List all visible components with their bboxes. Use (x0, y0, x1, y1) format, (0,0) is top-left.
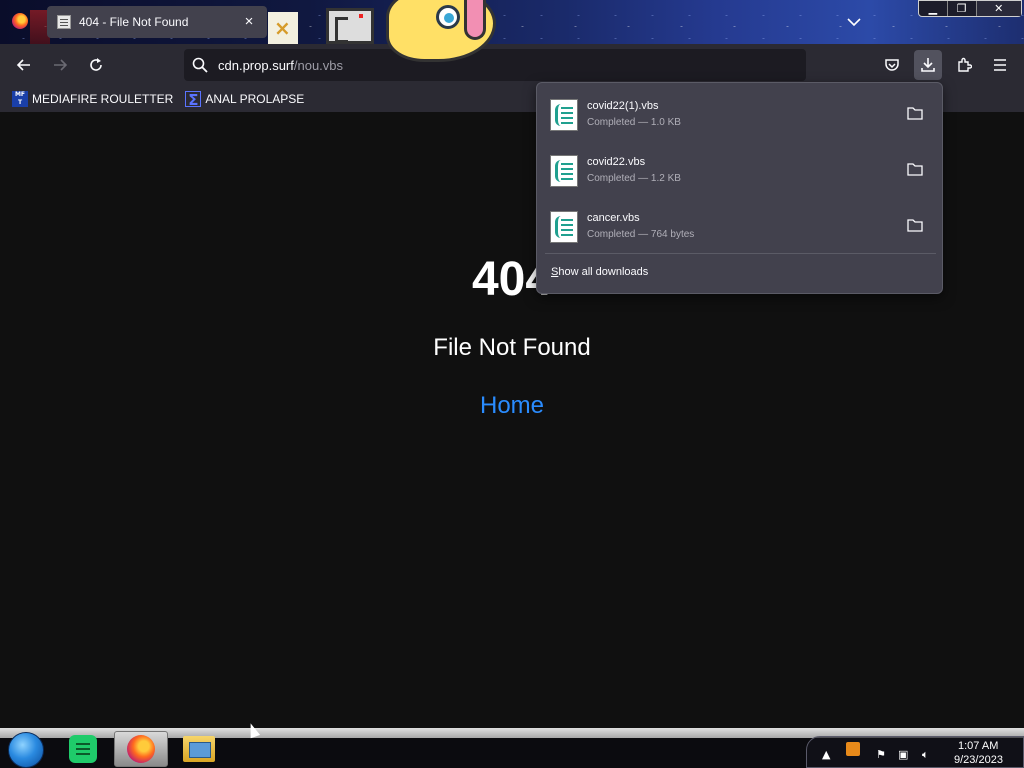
firefox-icon (127, 735, 155, 763)
notes-app-icon (69, 735, 97, 763)
file-explorer-icon (183, 736, 215, 762)
browser-tab[interactable]: 404 - File Not Found × (47, 6, 267, 38)
download-item[interactable]: covid22.vbs Completed — 1.2 KB (537, 141, 942, 197)
taskbar: ▲ ⚑ ▣ 🔈︎ 1:07 AM 9/23/2023 (0, 728, 1024, 768)
download-item[interactable]: covid22(1).vbs Completed — 1.0 KB (537, 85, 942, 141)
show-all-label: how all downloads (558, 266, 649, 278)
script-file-icon (550, 99, 578, 131)
bookmark-label: ANAL PROLAPSE (205, 92, 305, 106)
download-item[interactable]: cancer.vbs Completed — 764 bytes (537, 197, 942, 253)
pocket-button[interactable] (878, 51, 906, 79)
page-favicon-icon (57, 15, 71, 29)
show-all-downloads-button[interactable]: Show all downloads (551, 266, 648, 278)
list-all-tabs-chevron-icon[interactable] (844, 12, 864, 32)
app-menu-button[interactable] (986, 51, 1014, 79)
open-folder-icon[interactable] (907, 218, 923, 232)
volume-icon[interactable]: 🔈︎ (922, 748, 929, 762)
script-file-icon (550, 211, 578, 243)
desktop-screen: 404 - File Not Found × ▁ ❐ ✕ (0, 0, 1024, 768)
downloads-panel: covid22(1).vbs Completed — 1.0 KB covid2… (536, 82, 943, 294)
show-hidden-icons-icon[interactable]: ▲ (822, 748, 830, 761)
firefox-view-icon[interactable] (12, 13, 28, 29)
open-folder-icon[interactable] (907, 106, 923, 120)
reload-icon (90, 58, 102, 71)
download-filename: cancer.vbs (587, 212, 640, 224)
network-icon[interactable]: ▣ (898, 748, 908, 761)
start-button[interactable] (8, 732, 44, 768)
url-path: /nou.vbs (293, 57, 344, 73)
mascot-eye (436, 5, 460, 29)
taskbar-file-explorer[interactable] (172, 731, 226, 767)
clock-date[interactable]: 9/23/2023 (954, 754, 1003, 766)
bookmark-label: MEDIAFIRE ROULETTER (32, 92, 174, 106)
minimize-button[interactable]: ▁ (919, 1, 948, 16)
window-controls: ▁ ❐ ✕ (918, 0, 1022, 17)
panel-divider (545, 253, 936, 254)
mascot-hair (464, 0, 486, 40)
forward-arrow-icon (54, 59, 68, 71)
open-folder-icon[interactable] (907, 162, 923, 176)
taskbar-firefox[interactable] (114, 731, 168, 767)
download-status: Completed — 1.2 KB (587, 173, 681, 184)
downloads-button[interactable] (914, 50, 942, 80)
forward-button[interactable] (46, 51, 74, 79)
download-filename: covid22(1).vbs (587, 100, 659, 112)
mediafire-icon: MF T (12, 91, 28, 107)
search-icon (192, 57, 208, 73)
pocket-icon (885, 59, 899, 71)
bookmark-anal-prolapse[interactable]: Σ ANAL PROLAPSE (185, 91, 305, 108)
url-host: cdn.prop.surf (218, 57, 294, 73)
desktop-mascot-character (378, 0, 496, 62)
action-center-flag-icon[interactable]: ⚑ (876, 748, 886, 761)
tab-title: 404 - File Not Found (79, 15, 189, 29)
download-status: Completed — 1.0 KB (587, 117, 681, 128)
hamburger-menu-icon (994, 59, 1006, 71)
back-button[interactable] (10, 51, 38, 79)
clock-time[interactable]: 1:07 AM (958, 740, 998, 752)
script-file-icon (550, 155, 578, 187)
bookmark-mediafire-rouletter[interactable]: MF T MEDIAFIRE ROULETTER (12, 91, 173, 107)
home-link[interactable]: Home (0, 392, 1024, 420)
url-text: cdn.prop.surf/nou.vbs (218, 58, 343, 73)
tab-close-icon[interactable]: × (241, 14, 257, 30)
extensions-button[interactable] (950, 51, 978, 79)
desktop-icon-thumbnail (268, 12, 298, 44)
tray-app-icon[interactable] (846, 742, 860, 756)
error-message: File Not Found (433, 334, 591, 361)
sigma-icon: Σ (185, 91, 202, 108)
browser-titlebar: 404 - File Not Found × ▁ ❐ ✕ (0, 0, 1024, 44)
navigation-toolbar: cdn.prop.surf/nou.vbs (0, 44, 1024, 86)
taskbar-notes-app[interactable] (56, 731, 110, 767)
reload-button[interactable] (82, 51, 110, 79)
download-arrow-icon (921, 58, 935, 72)
download-filename: covid22.vbs (587, 156, 646, 168)
puzzle-piece-icon (958, 57, 972, 72)
back-arrow-icon (16, 59, 30, 71)
desktop-icon-thumbnail (326, 8, 374, 44)
maximize-button[interactable]: ❐ (948, 1, 977, 16)
download-status: Completed — 764 bytes (587, 229, 695, 240)
close-window-button[interactable]: ✕ (976, 1, 1021, 16)
system-tray: ▲ ⚑ ▣ 🔈︎ 1:07 AM 9/23/2023 (806, 736, 1024, 768)
